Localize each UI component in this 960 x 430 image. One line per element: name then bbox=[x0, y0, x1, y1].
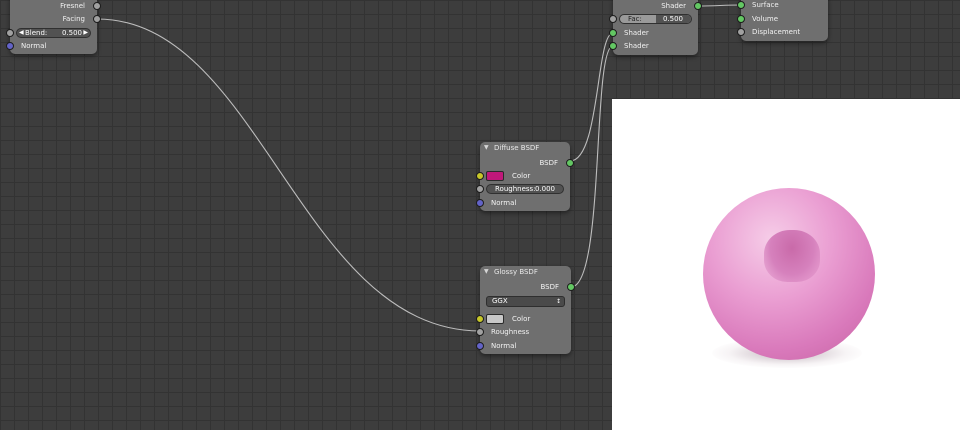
layer-weight-node[interactable]: Fresnel Facing ◀ Blend: 0.500 ▶ Normal bbox=[6, 0, 101, 54]
link-facing-to-glossy-roughness bbox=[96, 18, 481, 332]
glossy-node-header[interactable]: ▼ Glossy BSDF bbox=[480, 266, 571, 278]
increment-arrow-icon[interactable]: ▶ bbox=[83, 29, 88, 37]
roughness-value: 0.000 bbox=[534, 185, 555, 193]
blend-slider[interactable]: ◀ Blend: 0.500 ▶ bbox=[16, 28, 91, 38]
diffuse-roughness-row: Roughness: 0.000 bbox=[476, 183, 570, 195]
diffuse-normal-row: Normal bbox=[476, 197, 570, 209]
shader-input-label-1: Shader bbox=[624, 29, 649, 37]
glossy-bsdf-output-label: BSDF bbox=[540, 283, 559, 291]
diffuse-node-header[interactable]: ▼ Diffuse BSDF bbox=[480, 142, 570, 154]
distribution-dropdown[interactable]: GGX ↕ bbox=[486, 296, 565, 307]
fac-socket[interactable] bbox=[609, 15, 617, 23]
surface-input-row: Surface bbox=[737, 0, 828, 11]
diffuse-color-label: Color bbox=[512, 172, 531, 180]
shader-input-socket-1[interactable] bbox=[609, 29, 617, 37]
link-mix-shader-to-surface bbox=[697, 4, 742, 7]
collapse-arrow-icon[interactable]: ▼ bbox=[484, 142, 489, 154]
normal-socket[interactable] bbox=[6, 42, 14, 50]
diffuse-color-swatch[interactable] bbox=[486, 171, 504, 181]
volume-label: Volume bbox=[752, 15, 779, 23]
surface-label: Surface bbox=[752, 1, 779, 9]
glossy-color-label: Color bbox=[512, 315, 531, 323]
volume-socket[interactable] bbox=[737, 15, 745, 23]
normal-input-row: Normal bbox=[6, 40, 97, 52]
diffuse-bsdf-output-label: BSDF bbox=[539, 159, 558, 167]
glossy-normal-row: Normal bbox=[476, 340, 571, 352]
blend-label: Blend: bbox=[25, 29, 48, 37]
fac-input-row: Fac: 0.500 bbox=[609, 13, 698, 25]
distribution-row: GGX ↕ bbox=[480, 296, 571, 308]
diffuse-normal-socket[interactable] bbox=[476, 199, 484, 207]
dropdown-arrows-icon: ↕ bbox=[555, 298, 561, 305]
glossy-color-swatch[interactable] bbox=[486, 314, 504, 324]
blend-socket[interactable] bbox=[6, 29, 14, 37]
glossy-bsdf-output-socket[interactable] bbox=[567, 283, 575, 291]
shader-output-row: Shader bbox=[613, 0, 702, 12]
facing-socket[interactable] bbox=[93, 15, 101, 23]
link-diffuse-to-mix-shader bbox=[569, 32, 614, 162]
shader-input-row-2: Shader bbox=[609, 40, 698, 52]
fac-value: 0.500 bbox=[662, 15, 683, 23]
glossy-node-title: Glossy BSDF bbox=[494, 268, 538, 276]
glossy-roughness-label: Roughness bbox=[491, 328, 530, 336]
displacement-socket[interactable] bbox=[737, 28, 745, 36]
diffuse-roughness-slider[interactable]: Roughness: 0.000 bbox=[486, 184, 564, 194]
distribution-value: GGX bbox=[492, 297, 508, 305]
mix-shader-node[interactable]: Shader Fac: 0.500 Shader Shader bbox=[609, 0, 702, 55]
collapse-arrow-icon[interactable]: ▼ bbox=[484, 266, 489, 278]
link-glossy-to-mix-shader bbox=[570, 45, 614, 288]
blend-input-row: ◀ Blend: 0.500 ▶ bbox=[6, 27, 97, 39]
diffuse-node-title: Diffuse BSDF bbox=[494, 144, 540, 152]
glossy-bsdf-node[interactable]: ▼ Glossy BSDF BSDF GGX ↕ Color Roughness… bbox=[476, 266, 575, 354]
shader-input-label-2: Shader bbox=[624, 42, 649, 50]
diffuse-color-row: Color bbox=[476, 170, 570, 182]
sphere-dimple bbox=[764, 230, 820, 282]
blend-value: 0.500 bbox=[61, 29, 82, 37]
diffuse-roughness-socket[interactable] bbox=[476, 185, 484, 193]
diffuse-bsdf-output-socket[interactable] bbox=[566, 159, 574, 167]
glossy-normal-label: Normal bbox=[491, 342, 517, 350]
surface-socket[interactable] bbox=[737, 1, 745, 9]
diffuse-bsdf-output-row: BSDF bbox=[480, 157, 574, 169]
diffuse-bsdf-node[interactable]: ▼ Diffuse BSDF BSDF Color Roughness: 0.0… bbox=[476, 142, 574, 211]
fresnel-output-row: Fresnel bbox=[10, 0, 101, 12]
fac-label: Fac: bbox=[628, 15, 642, 23]
displacement-input-row: Displacement bbox=[737, 26, 828, 38]
fresnel-socket[interactable] bbox=[93, 2, 101, 10]
glossy-color-socket[interactable] bbox=[476, 315, 484, 323]
decrement-arrow-icon[interactable]: ◀ bbox=[19, 29, 24, 37]
glossy-roughness-row: Roughness bbox=[476, 326, 571, 338]
material-output-node[interactable]: Surface Volume Displacement bbox=[737, 0, 828, 41]
fresnel-label: Fresnel bbox=[60, 2, 85, 10]
shader-output-socket[interactable] bbox=[694, 2, 702, 10]
glossy-normal-socket[interactable] bbox=[476, 342, 484, 350]
normal-label: Normal bbox=[21, 42, 47, 50]
shader-input-row-1: Shader bbox=[609, 27, 698, 39]
shader-input-socket-2[interactable] bbox=[609, 42, 617, 50]
diffuse-normal-label: Normal bbox=[491, 199, 517, 207]
roughness-label: Roughness: bbox=[495, 185, 536, 193]
glossy-roughness-socket[interactable] bbox=[476, 328, 484, 336]
diffuse-color-socket[interactable] bbox=[476, 172, 484, 180]
glossy-bsdf-output-row: BSDF bbox=[480, 281, 575, 293]
shader-output-label: Shader bbox=[661, 2, 686, 10]
volume-input-row: Volume bbox=[737, 13, 828, 25]
fac-slider[interactable]: Fac: 0.500 bbox=[619, 14, 692, 24]
facing-output-row: Facing bbox=[10, 13, 101, 25]
displacement-label: Displacement bbox=[752, 28, 801, 36]
glossy-color-row: Color bbox=[476, 313, 571, 325]
facing-label: Facing bbox=[62, 15, 85, 23]
